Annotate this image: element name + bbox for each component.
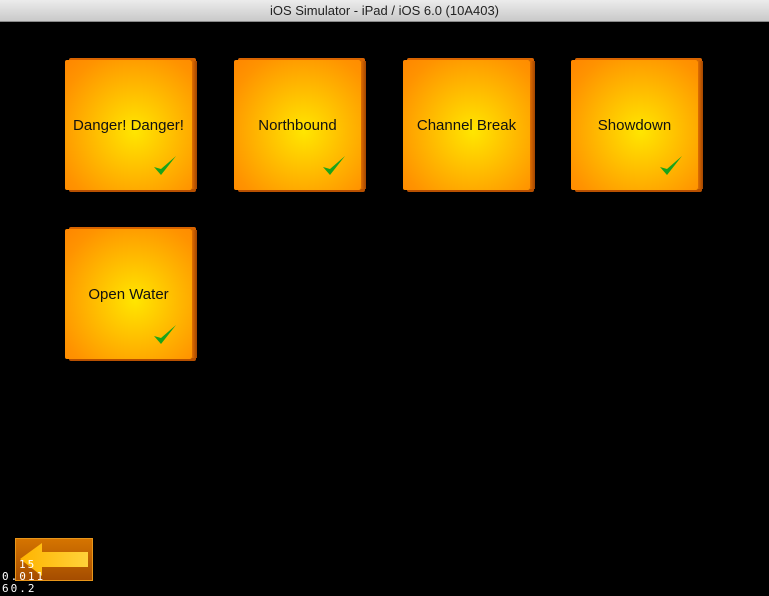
level-label: Channel Break [416, 117, 517, 134]
level-label: Danger! Danger! [73, 117, 184, 134]
tile-edge [192, 61, 197, 189]
level-label: Showdown [597, 117, 672, 134]
level-select-screen: Danger! Danger! Northbound Channel Break… [0, 22, 769, 596]
checkmark-icon [323, 156, 345, 175]
tile-edge [192, 230, 197, 358]
level-tile-danger-danger[interactable]: Danger! Danger! [65, 60, 197, 190]
level-tile-open-water[interactable]: Open Water [65, 229, 197, 359]
checkmark-icon [660, 156, 682, 175]
checkmark-icon [154, 156, 176, 175]
fps: 60.2 [2, 582, 37, 595]
level-label: Open Water [88, 286, 169, 303]
window-titlebar: iOS Simulator - iPad / iOS 6.0 (10A403) [0, 0, 769, 22]
level-tile-channel-break[interactable]: Channel Break [403, 60, 535, 190]
tile-edge [361, 61, 366, 189]
debug-stats: 15 0.011 60.2 [2, 559, 45, 595]
level-label: Northbound [258, 117, 337, 134]
window-title: iOS Simulator - iPad / iOS 6.0 (10A403) [269, 3, 500, 18]
level-tile-showdown[interactable]: Showdown [571, 60, 703, 190]
tile-edge [530, 61, 535, 189]
level-tile-northbound[interactable]: Northbound [234, 60, 366, 190]
tile-edge [698, 61, 703, 189]
checkmark-icon [154, 325, 176, 344]
